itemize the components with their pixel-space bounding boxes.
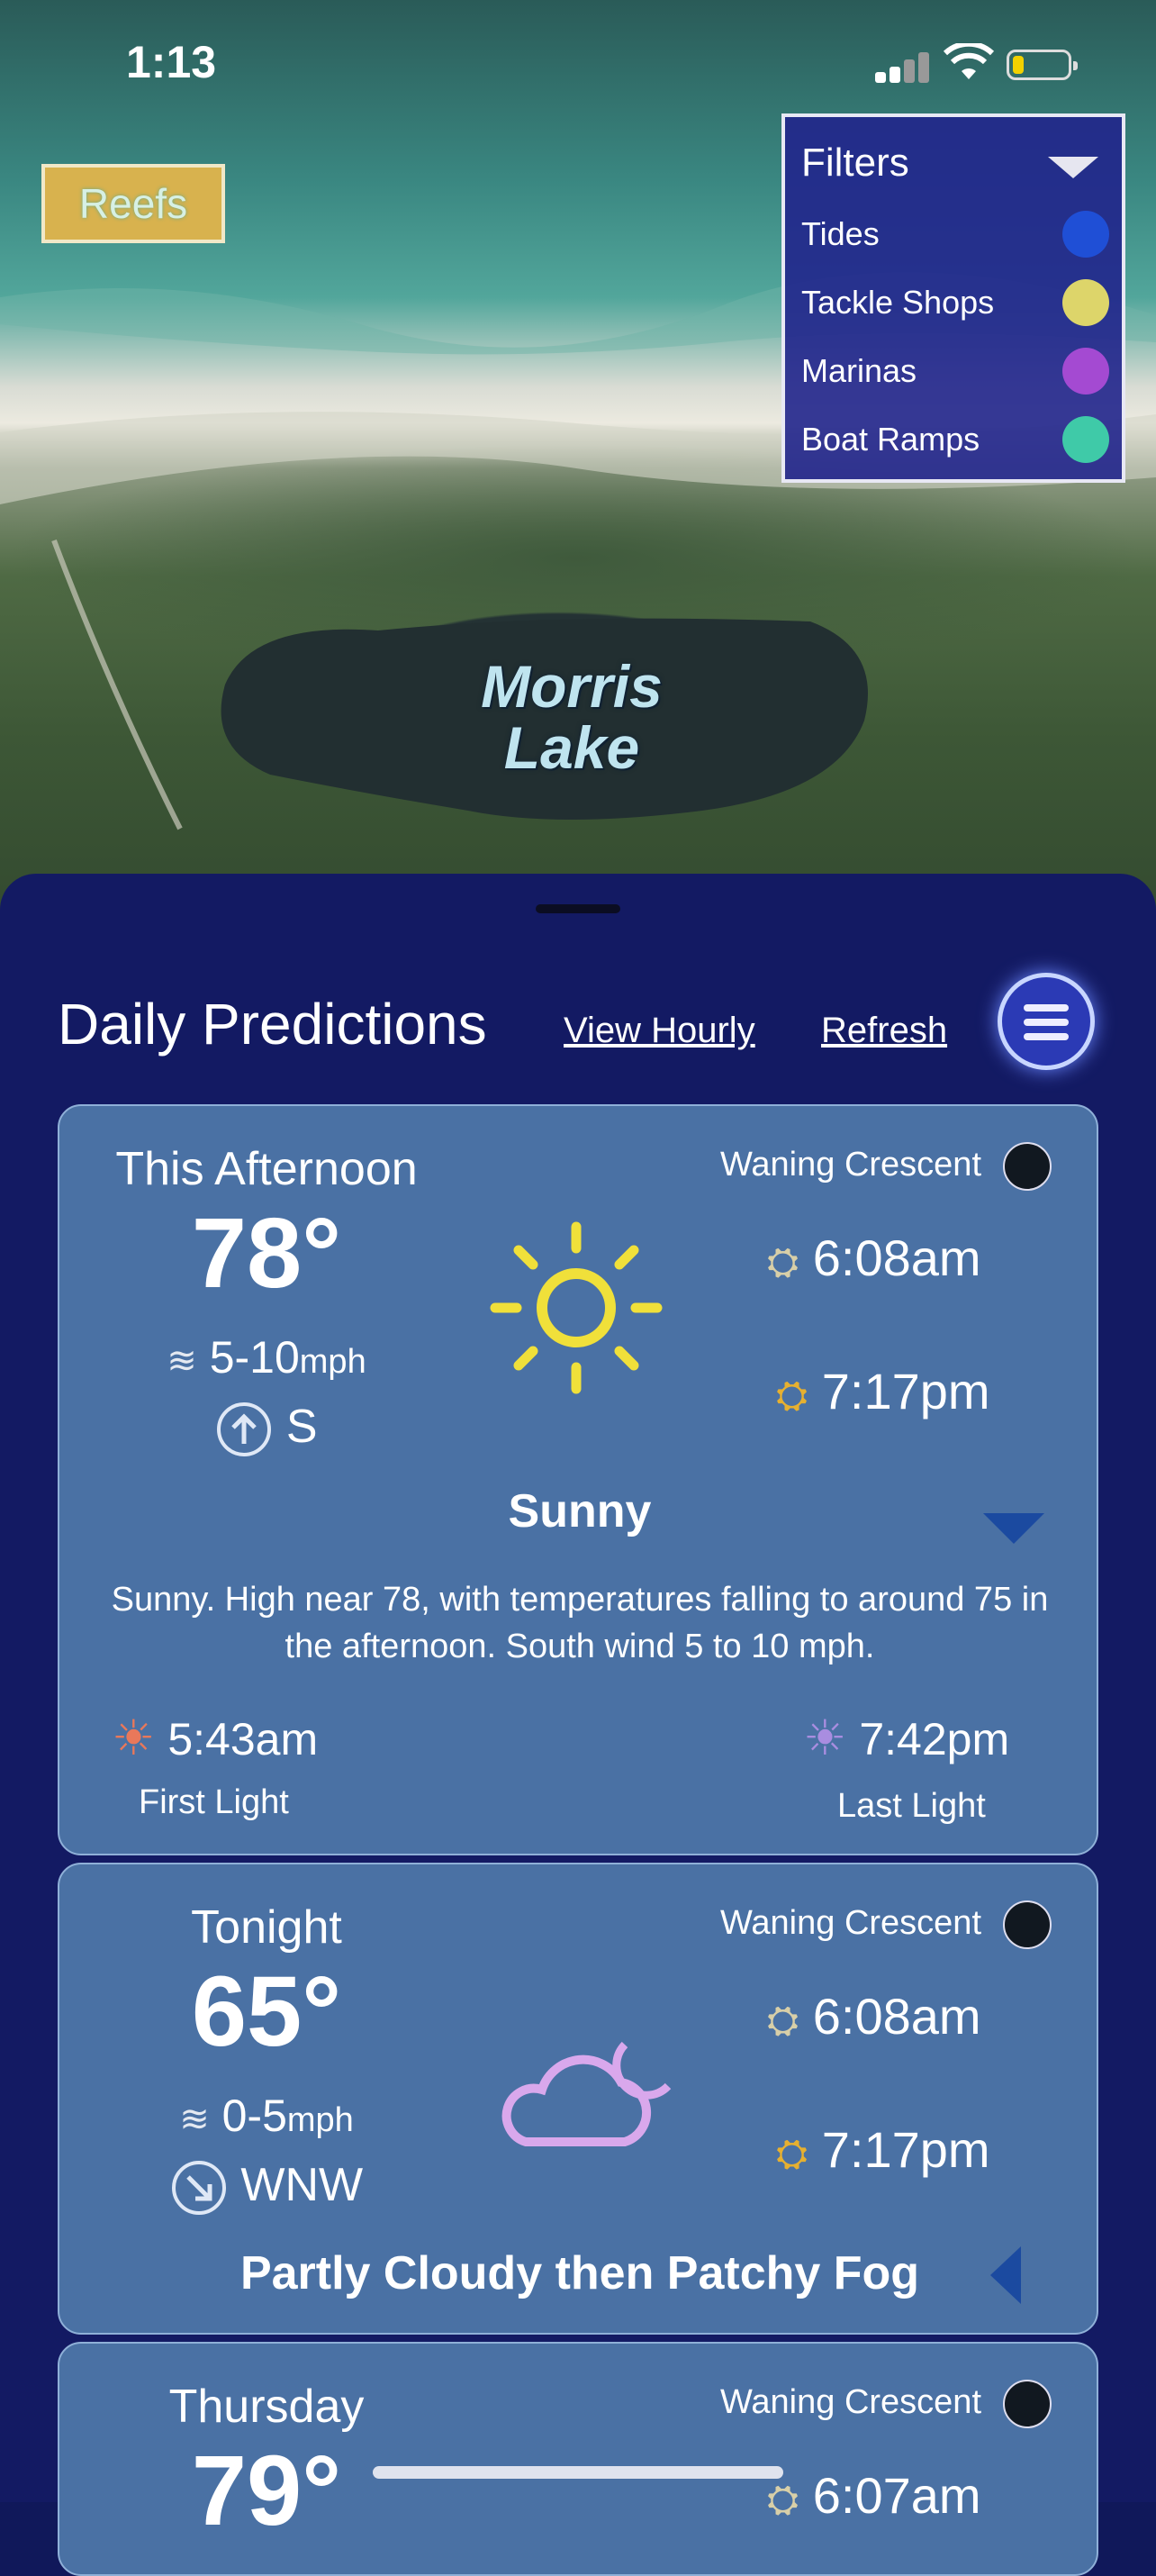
moon-phase: Waning Crescent (719, 2383, 981, 2421)
predictions-sheet: Daily Predictions View Hourly Refresh Th… (0, 874, 1156, 2576)
expand-chevron-icon[interactable] (983, 1513, 1044, 1544)
filter-tides[interactable]: Tides (801, 207, 1109, 261)
sun-icon (490, 1221, 663, 1394)
first-light-icon: ☀ (112, 1711, 156, 1765)
wind-direction: WNW (59, 2158, 474, 2217)
filters-panel: Filters Tides Tackle Shops Marinas Boat … (781, 113, 1125, 483)
moonrise-row: ⛭ 6:08am (767, 1229, 981, 1286)
wind-direction-arrow-icon (171, 2161, 226, 2216)
view-hourly-link[interactable]: View Hourly (564, 1011, 755, 1051)
home-indicator[interactable] (373, 2466, 783, 2479)
moonrise-icon: ⛭ (767, 1240, 799, 1284)
moonrise-icon: ⛭ (767, 2478, 799, 2522)
wifi-icon (943, 41, 995, 93)
boat-ramps-color-dot[interactable] (1062, 416, 1109, 463)
filter-marinas[interactable]: Marinas (801, 344, 1109, 398)
moon-icon (1003, 1142, 1052, 1191)
forecast-card-afternoon[interactable]: This Afternoon 78° ≋ 5-10mph S Waning Cr… (58, 1104, 1098, 1855)
page-title: Daily Predictions (58, 992, 487, 1057)
wind-icon: ≋ (179, 2100, 210, 2139)
moon-phase: Waning Crescent (719, 1904, 981, 1942)
status-bar: 1:13 (0, 0, 1156, 126)
wind-speed: ≋ 0-5mph (179, 2091, 354, 2141)
last-light-icon: ☀ (803, 1711, 847, 1765)
period-title: Thursday (168, 2381, 365, 2433)
forecast-card-thursday[interactable]: Thursday 79° Waning Crescent ⛭ 6:07am (58, 2342, 1098, 2576)
condition-label: Partly Cloudy then Patchy Fog (239, 2247, 920, 2299)
reefs-button[interactable]: Reefs (41, 164, 225, 243)
moonset-row: ⛭ 7:17pm (776, 2121, 990, 2178)
filter-tackle-shops[interactable]: Tackle Shops (801, 276, 1109, 330)
expand-chevron-icon[interactable] (990, 2246, 1021, 2304)
wind-icon: ≋ (167, 1341, 197, 1381)
status-time: 1:13 (126, 37, 217, 87)
moonrise-icon: ⛭ (767, 1999, 799, 2043)
lake-label: Morris Lake (481, 653, 663, 781)
moon-icon (1003, 2380, 1052, 2428)
moonset-icon: ⛭ (776, 2132, 808, 2176)
tackle-shops-color-dot[interactable] (1062, 279, 1109, 326)
forecast-description: Sunny. High near 78, with temperatures f… (111, 1581, 1049, 1665)
period-title: Tonight (191, 1901, 342, 1954)
last-light-time: ☀ 7:42pm (803, 1711, 1010, 1765)
cellular-signal-icon (875, 52, 931, 83)
filter-boat-ramps[interactable]: Boat Ramps (801, 413, 1109, 467)
moonrise-row: ⛭ 6:07am (767, 2467, 981, 2524)
menu-button[interactable] (998, 973, 1095, 1070)
first-light-label: First Light (139, 1783, 289, 1821)
moon-phase: Waning Crescent (719, 1146, 981, 1184)
temperature: 78° (191, 1198, 342, 1309)
wind-direction: S (59, 1400, 474, 1458)
forecast-card-tonight[interactable]: Tonight 65° ≋ 0-5mph WNW Waning Crescent… (58, 1863, 1098, 2335)
condition-label: Sunny (508, 1485, 652, 1537)
moonset-icon: ⛭ (776, 1374, 808, 1418)
temperature: 79° (191, 2435, 342, 2546)
battery-icon (1007, 50, 1078, 80)
moonrise-row: ⛭ 6:08am (767, 1988, 981, 2045)
sheet-grabber[interactable] (536, 904, 620, 913)
first-light-time: ☀ 5:43am (112, 1711, 319, 1765)
refresh-link[interactable]: Refresh (821, 1011, 947, 1051)
cloud-moon-icon (501, 2041, 672, 2146)
moonset-row: ⛭ 7:17pm (776, 1363, 990, 1420)
temperature: 65° (191, 1956, 342, 2067)
wind-direction-arrow-icon (217, 1402, 272, 1457)
tides-color-dot[interactable] (1062, 211, 1109, 258)
last-light-label: Last Light (837, 1787, 986, 1825)
collapse-filters-icon[interactable] (1048, 157, 1098, 178)
period-title: This Afternoon (115, 1143, 418, 1195)
moon-icon (1003, 1900, 1052, 1949)
wind-speed: ≋ 5-10mph (167, 1332, 366, 1383)
marinas-color-dot[interactable] (1062, 348, 1109, 395)
